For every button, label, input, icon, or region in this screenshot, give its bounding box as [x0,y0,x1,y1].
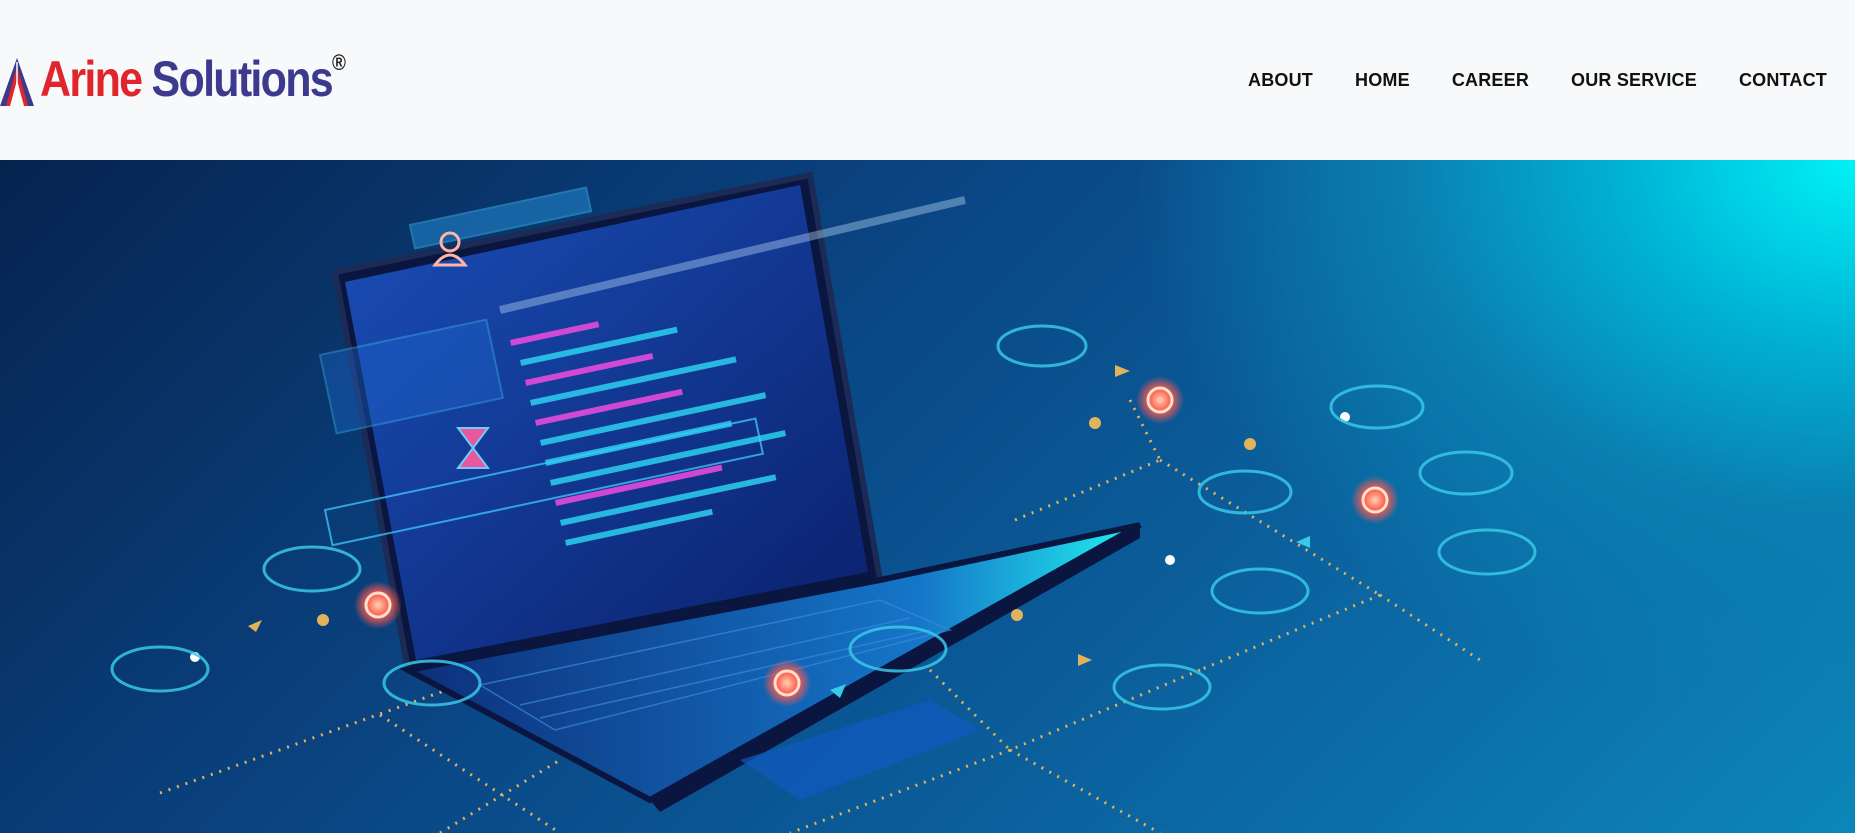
calendar-icon [110,645,210,693]
hero-banner [0,160,1855,833]
tag-icon [1437,528,1537,576]
nav-our-service[interactable]: OUR SERVICE [1571,70,1697,91]
nav-about[interactable]: ABOUT [1248,70,1313,91]
arine-logo-icon [0,58,34,106]
mail-icon [1112,663,1212,711]
brand-word-secondary: Solutions [151,51,334,107]
laptop [331,171,1142,812]
nav-home[interactable]: HOME [1355,70,1410,91]
profile-card-icon [1197,469,1293,515]
brand-name: Arine Solutions® [40,36,346,106]
brand-logo[interactable]: Arine Solutions® [0,46,396,106]
shield-icon [1329,384,1425,430]
brand-word-primary: Arine [40,51,143,107]
main-nav: ABOUT HOME CAREER OUR SERVICE CONTACT [1248,70,1827,91]
site-header: Arine Solutions® ABOUT HOME CAREER OUR S… [0,0,1855,160]
nav-contact[interactable]: CONTACT [1739,70,1827,91]
send-icon [262,545,362,593]
location-pin-icon [1418,450,1514,496]
list-icon [996,324,1088,368]
nav-career[interactable]: CAREER [1452,70,1529,91]
laptop-network-illustration [110,171,1537,833]
chat-icon [1210,567,1310,615]
registered-mark: ® [331,50,346,75]
